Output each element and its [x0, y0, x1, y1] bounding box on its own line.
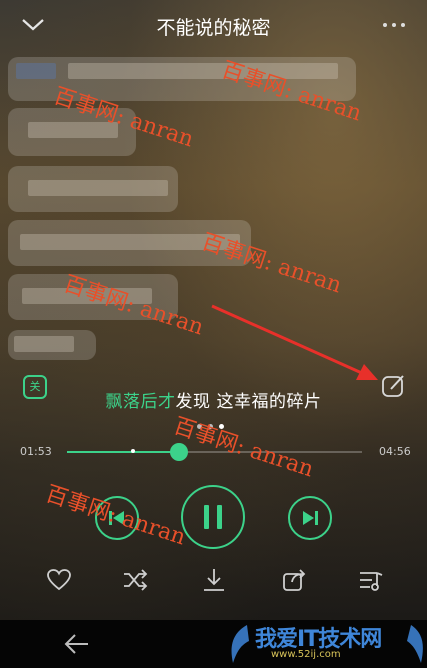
site-logo-url: www.52ij.com — [271, 649, 341, 660]
system-back-button[interactable] — [62, 630, 92, 658]
annotation-arrow — [211, 304, 378, 380]
site-logo: 我爱IT技术网 www.52ij.com — [215, 605, 425, 668]
player-screen: 不能说的秘密 关 飘落后才发现 这幸福的碎片 01:53 04:56 百事网: … — [0, 0, 427, 620]
arrow-left-icon — [64, 634, 88, 654]
